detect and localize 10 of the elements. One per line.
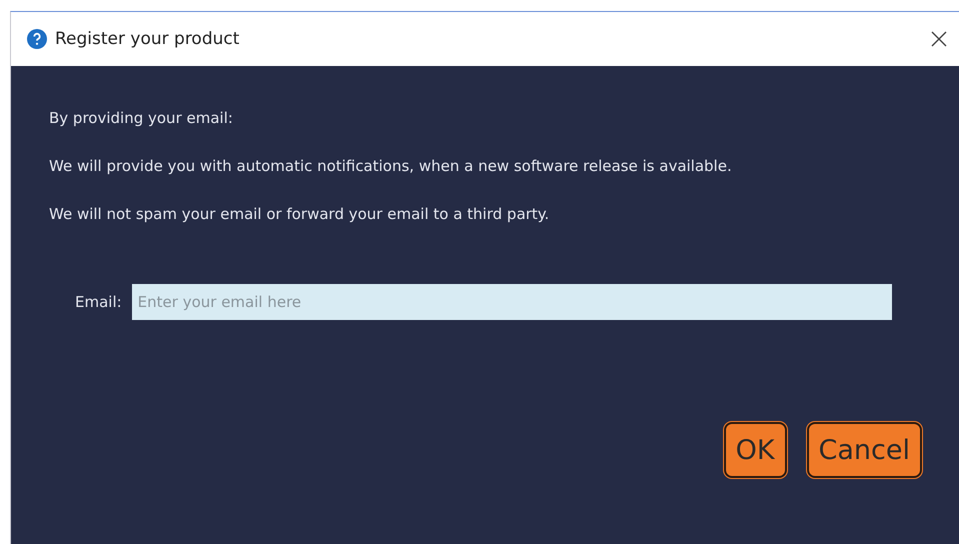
email-field[interactable]: Enter your email here — [132, 284, 892, 320]
cancel-button[interactable]: Cancel — [806, 422, 922, 478]
email-label: Email: — [75, 293, 122, 311]
info-text: We will not spam your email or forward your email to a third party. — [49, 206, 550, 222]
window-title: Register your product — [55, 29, 240, 49]
help-icon — [27, 29, 47, 49]
info-text: By providing your email: — [49, 110, 234, 126]
ok-button[interactable]: OK — [724, 422, 787, 478]
close-icon — [930, 30, 948, 48]
info-text: We will provide you with automatic notifications, when a new software release is available. — [49, 158, 733, 174]
